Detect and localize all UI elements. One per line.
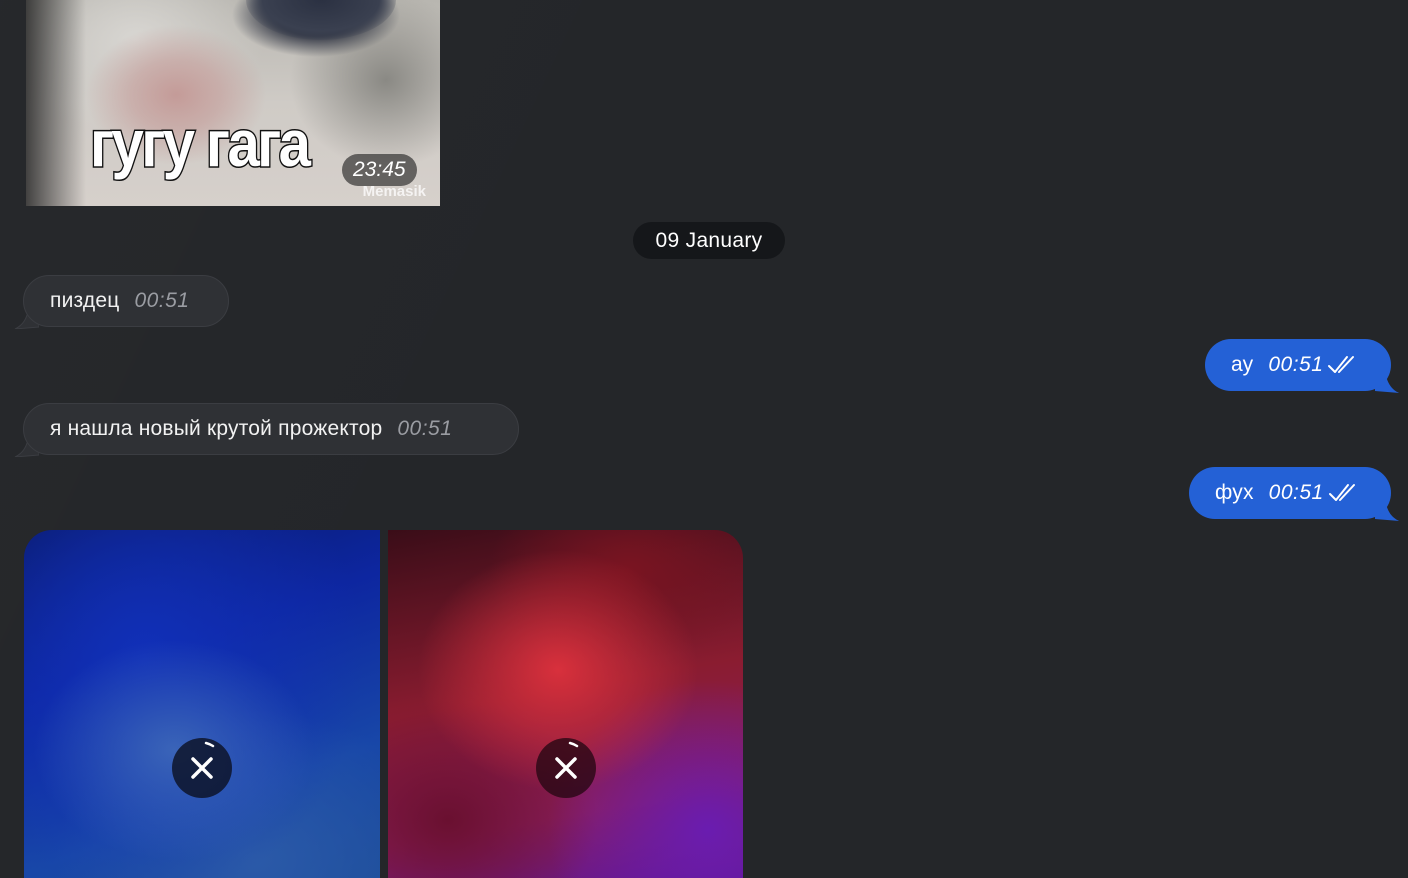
chat-history[interactable]: гугу гага Memasik 23:45 09 January пизде… — [0, 0, 1408, 878]
message-time: 00:51 — [1268, 353, 1324, 376]
message-time: 00:51 — [1268, 481, 1324, 504]
date-separator: 09 January — [633, 222, 785, 259]
uploading-photo[interactable] — [388, 530, 743, 878]
double-check-icon — [1328, 356, 1355, 373]
double-check-icon — [1328, 484, 1355, 501]
message-text: пиздец — [50, 289, 120, 312]
sticker-message[interactable]: гугу гага Memasik 23:45 — [26, 0, 440, 206]
cancel-upload-icon — [191, 741, 215, 779]
cancel-upload-button[interactable] — [172, 738, 232, 798]
uploading-photo[interactable] — [24, 530, 380, 878]
sticker-cat-eye — [246, 0, 396, 40]
message-time: 00:51 — [134, 289, 190, 312]
cancel-upload-button[interactable] — [536, 738, 596, 798]
message-text: ау — [1231, 353, 1254, 376]
message-time: 00:51 — [397, 417, 453, 440]
sticker-shadow — [26, 0, 86, 206]
message-text: фух — [1215, 481, 1254, 504]
incoming-message[interactable]: пиздец 00:51 — [23, 275, 229, 327]
sticker-timestamp: 23:45 — [342, 154, 417, 186]
sticker-caption: гугу гага — [89, 106, 313, 180]
incoming-message[interactable]: я нашла новый крутой прожектор 00:51 — [23, 403, 519, 455]
outgoing-message[interactable]: ау 00:51 — [1205, 339, 1391, 391]
cancel-upload-icon — [555, 741, 579, 779]
outgoing-message[interactable]: фух 00:51 — [1189, 467, 1391, 519]
message-text: я нашла новый крутой прожектор — [50, 417, 383, 440]
